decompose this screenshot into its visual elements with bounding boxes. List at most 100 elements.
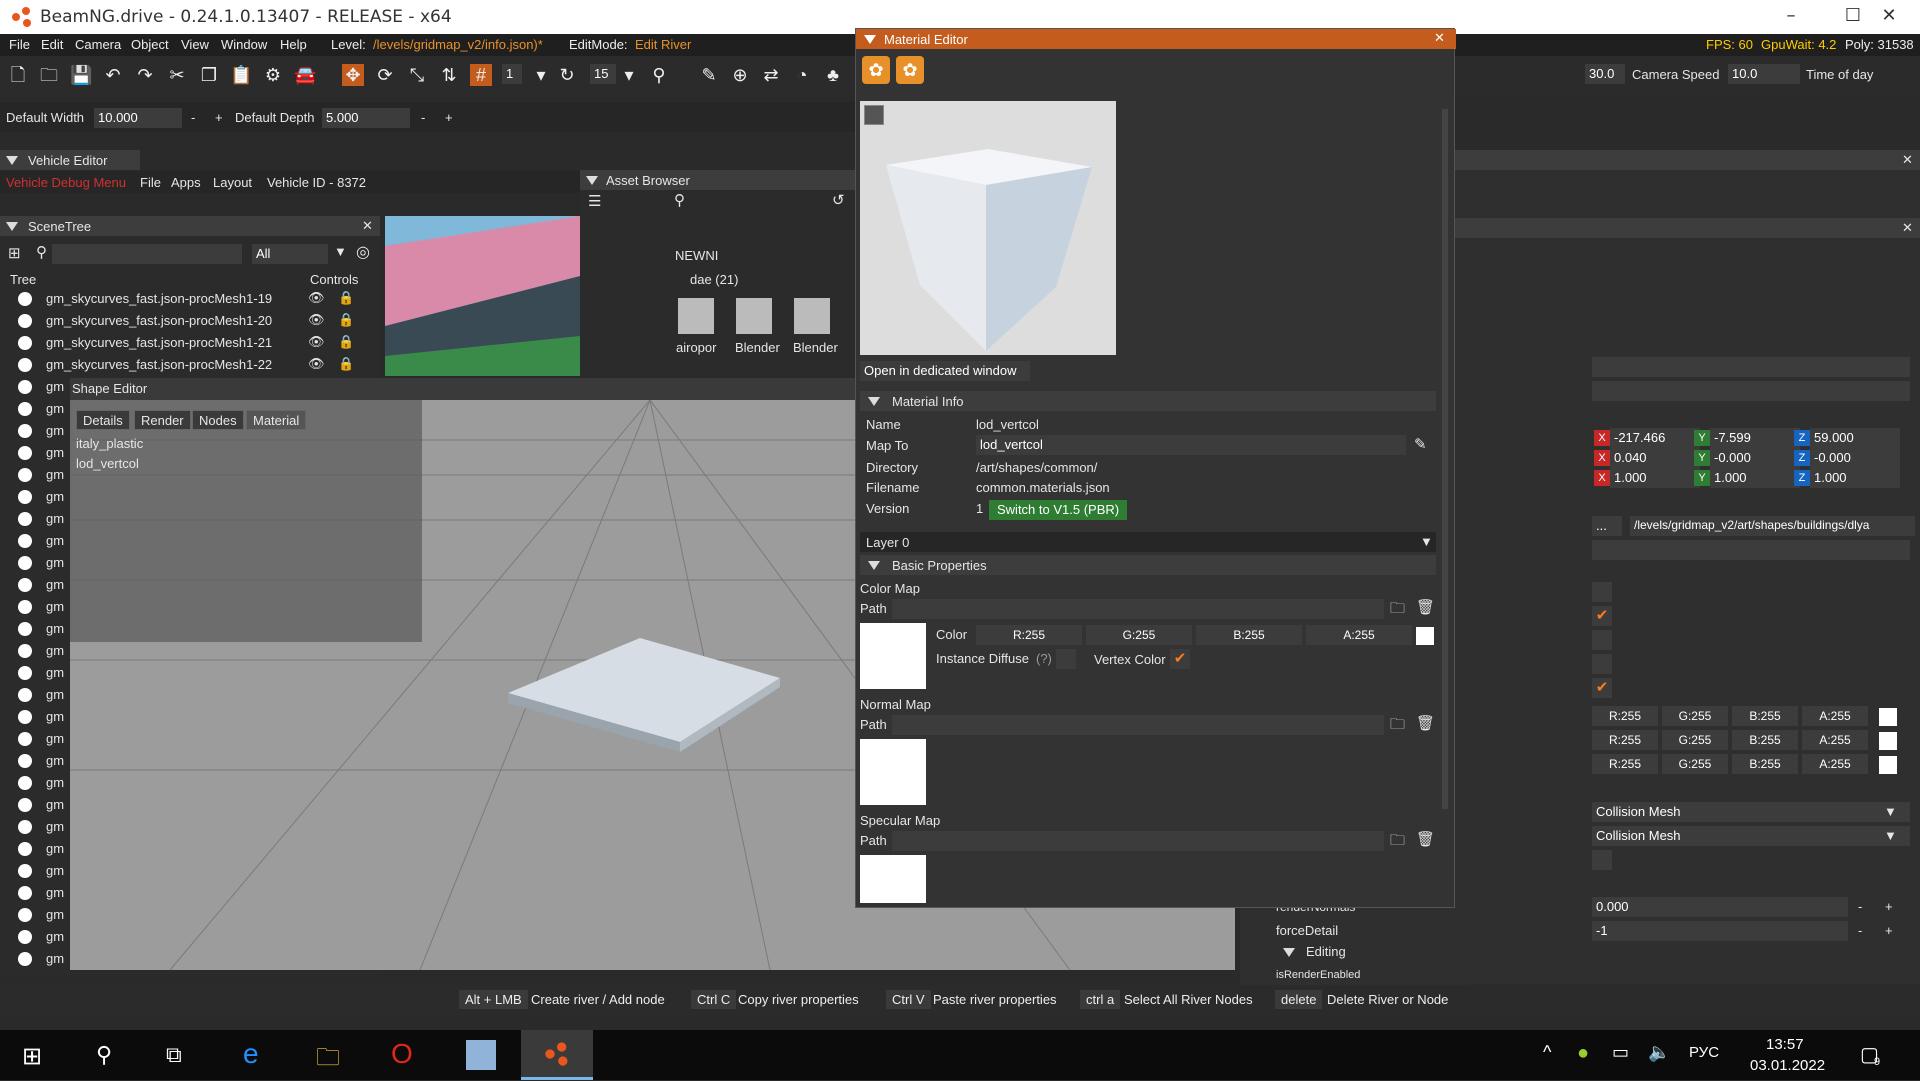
- visibility-dot-icon[interactable]: [18, 732, 32, 746]
- tree-row[interactable]: gm: [0, 574, 70, 596]
- menu-object[interactable]: Object: [131, 37, 169, 52]
- road-icon[interactable]: ⇄: [760, 64, 782, 86]
- plus-button[interactable]: +: [1885, 899, 1893, 914]
- shape-path-field[interactable]: /levels/gridmap_v2/art/shapes/buildings/…: [1630, 516, 1915, 536]
- color-a-field[interactable]: A:255: [1802, 754, 1868, 774]
- clock-time[interactable]: 13:57: [1766, 1036, 1804, 1053]
- ve-menu-apps[interactable]: Apps: [171, 175, 201, 190]
- checkbox[interactable]: [1592, 850, 1612, 870]
- tab-material[interactable]: Material: [246, 410, 307, 430]
- save-icon[interactable]: 💾: [70, 64, 92, 86]
- settings-gear-icon[interactable]: ⚙: [262, 64, 284, 86]
- chevron-up-icon[interactable]: ^: [1543, 1042, 1551, 1063]
- color-g-field[interactable]: G:255: [1662, 754, 1728, 774]
- windows-start-icon[interactable]: ⊞: [22, 1042, 42, 1071]
- visibility-dot-icon[interactable]: [18, 952, 32, 966]
- visibility-dot-icon[interactable]: [18, 666, 32, 680]
- collapse-triangle-icon[interactable]: [868, 397, 880, 406]
- tree-row[interactable]: gm: [0, 442, 70, 464]
- inspector-field[interactable]: [1592, 357, 1910, 377]
- collapse-triangle-icon[interactable]: [6, 156, 18, 165]
- material-tool-icon[interactable]: ✿: [862, 56, 890, 84]
- switch-pbr-button[interactable]: Switch to V1.5 (PBR): [989, 500, 1128, 520]
- collapse-triangle-icon[interactable]: [586, 176, 598, 185]
- normal-map-path-field[interactable]: [892, 715, 1384, 735]
- color-b-field[interactable]: B:255: [1732, 754, 1798, 774]
- volume-icon[interactable]: 🔈: [1648, 1042, 1670, 1063]
- search-icon[interactable]: ⚲: [36, 243, 47, 261]
- color-swatch[interactable]: [1879, 732, 1897, 750]
- tab-details[interactable]: Details: [76, 410, 130, 430]
- eye-icon[interactable]: 👁: [308, 356, 325, 372]
- color-g-field[interactable]: G:255: [1086, 625, 1192, 645]
- visibility-dot-icon[interactable]: [18, 754, 32, 768]
- camera-speed-field[interactable]: 30.0: [1585, 64, 1625, 84]
- plus-button[interactable]: +: [1885, 923, 1893, 938]
- checkbox-checked[interactable]: ✔: [1592, 606, 1612, 626]
- color-b-field[interactable]: B:255: [1196, 625, 1302, 645]
- visibility-dot-icon[interactable]: [18, 380, 32, 394]
- visibility-dot-icon[interactable]: [18, 292, 32, 306]
- visibility-dot-icon[interactable]: [18, 798, 32, 812]
- tree-row[interactable]: gm: [0, 552, 70, 574]
- instance-diffuse-checkbox[interactable]: [1056, 649, 1076, 669]
- default-depth-field[interactable]: 5.000: [322, 108, 410, 128]
- add-folder-icon[interactable]: ⊞: [8, 244, 21, 262]
- trash-icon[interactable]: 🗑: [1416, 714, 1435, 732]
- position-x-field[interactable]: -217.466: [1610, 428, 1700, 448]
- visibility-dot-icon[interactable]: [18, 424, 32, 438]
- tree-row[interactable]: gm: [0, 420, 70, 442]
- browse-button[interactable]: ...: [1592, 516, 1622, 536]
- undo-icon[interactable]: ↶: [102, 64, 124, 86]
- visibility-dot-icon[interactable]: [18, 358, 32, 372]
- tree-row[interactable]: gm: [0, 926, 70, 948]
- rotation-y-field[interactable]: -0.000: [1710, 448, 1800, 468]
- asset-thumbnail[interactable]: [736, 298, 772, 334]
- minimize-button[interactable]: –: [1760, 0, 1822, 34]
- tree-row[interactable]: gm: [0, 398, 70, 420]
- preview-checkbox[interactable]: [864, 105, 884, 125]
- color-a-field[interactable]: A:255: [1802, 730, 1868, 750]
- language-indicator[interactable]: РУС: [1689, 1044, 1719, 1061]
- vehicle-icon[interactable]: 🚘: [294, 64, 316, 86]
- material-info-header[interactable]: Material Info: [860, 391, 1436, 411]
- ve-menu-layout[interactable]: Layout: [213, 175, 252, 190]
- terrain-snap-icon[interactable]: ⚲: [648, 64, 670, 86]
- opera-browser-icon[interactable]: O: [391, 1038, 413, 1070]
- lock-icon[interactable]: 🔒: [338, 334, 354, 350]
- depth-plus-button[interactable]: +: [445, 110, 453, 125]
- close-icon[interactable]: ✕: [1902, 152, 1913, 168]
- menu-view[interactable]: View: [181, 37, 209, 52]
- chevron-down-icon[interactable]: ▼: [1884, 828, 1897, 843]
- tree-row[interactable]: gm: [0, 948, 70, 970]
- chevron-down-icon[interactable]: ▼: [1884, 804, 1897, 819]
- beamng-taskbar-button[interactable]: [521, 1030, 593, 1080]
- close-icon[interactable]: ✕: [1902, 220, 1913, 236]
- menu-camera[interactable]: Camera: [75, 37, 121, 52]
- tree-row[interactable]: gm: [0, 706, 70, 728]
- force-detail-field[interactable]: -1: [1592, 921, 1848, 941]
- folder-icon[interactable]: 🗀: [1390, 598, 1405, 623]
- add-node-icon[interactable]: ⊕: [729, 64, 751, 86]
- visibility-dot-icon[interactable]: [18, 842, 32, 856]
- rotation-z-field[interactable]: -0.000: [1810, 448, 1900, 468]
- visibility-dot-icon[interactable]: [18, 908, 32, 922]
- menu-help[interactable]: Help: [280, 37, 307, 52]
- tab-render[interactable]: Render: [134, 410, 191, 430]
- notepad-app-icon[interactable]: [466, 1040, 496, 1070]
- network-icon[interactable]: ▭: [1612, 1042, 1629, 1063]
- visibility-dot-icon[interactable]: [18, 930, 32, 944]
- visibility-dot-icon[interactable]: [18, 468, 32, 482]
- minus-button[interactable]: -: [1858, 899, 1862, 914]
- color-swatch[interactable]: [1879, 756, 1897, 774]
- visibility-dot-icon[interactable]: [18, 534, 32, 548]
- time-of-day-field[interactable]: 10.0: [1728, 64, 1800, 84]
- render-normals-field[interactable]: 0.000: [1592, 897, 1848, 917]
- specular-map-thumbnail[interactable]: [860, 855, 926, 903]
- inspector-field[interactable]: [1592, 540, 1910, 560]
- tree-row[interactable]: gm: [0, 684, 70, 706]
- tree-row[interactable]: gm: [0, 486, 70, 508]
- position-y-field[interactable]: -7.599: [1710, 428, 1800, 448]
- width-minus-button[interactable]: -: [191, 110, 195, 125]
- lock-icon[interactable]: 🔒: [338, 290, 354, 306]
